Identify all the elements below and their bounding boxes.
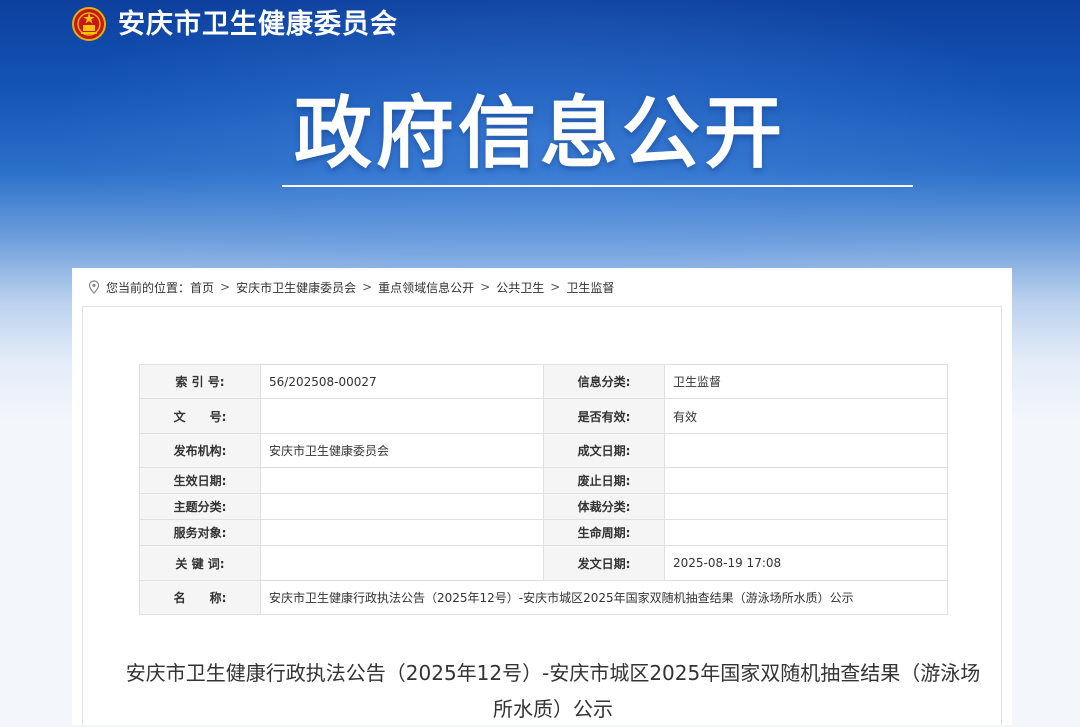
label-name: 名 称: [139,580,261,615]
value-genre [664,493,948,520]
label-publisher: 发布机构: [139,433,261,468]
breadcrumb-home[interactable]: 首页 [190,279,214,296]
table-row: 关 键 词: 发文日期: 2025-08-19 17:08 [139,545,948,581]
value-topic [260,493,544,520]
value-name: 安庆市卫生健康行政执法公告（2025年12号）-安庆市城区2025年国家双随机抽… [260,580,948,615]
value-doc-number [260,398,544,434]
hero-title: 政府信息公开 [293,89,786,179]
site-name[interactable]: 安庆市卫生健康委员会 [118,6,398,44]
table-row: 主题分类: 体裁分类: [139,493,948,520]
table-row: 名 称: 安庆市卫生健康行政执法公告（2025年12号）-安庆市城区2025年国… [139,580,948,615]
value-written-date [664,433,948,468]
breadcrumb-public-health[interactable]: 公共卫生 [496,279,544,296]
hero-underline [282,185,913,187]
value-repeal-date [664,467,948,494]
value-index-no: 56/202508-00027 [260,364,544,399]
label-keywords: 关 键 词: [139,545,261,581]
breadcrumb-prefix: 您当前的位置： [106,280,191,295]
value-publisher: 安庆市卫生健康委员会 [260,433,544,468]
metadata-table: 索 引 号: 56/202508-00027 信息分类: 卫生监督 文 号: 是… [139,364,948,615]
value-publish-date: 2025-08-19 17:08 [664,545,948,581]
label-effective-date: 生效日期: [139,467,261,494]
label-repeal-date: 废止日期: [543,467,665,494]
breadcrumb-separator: > [550,280,561,294]
label-doc-number: 文 号: [139,398,261,434]
label-written-date: 成文日期: [543,433,665,468]
value-info-category: 卫生监督 [664,364,948,399]
location-pin-icon [88,280,100,294]
breadcrumb-separator: > [480,280,491,294]
national-emblem-icon[interactable] [72,6,106,42]
label-publish-date: 发文日期: [543,545,665,581]
table-row: 生效日期: 废止日期: [139,467,948,494]
breadcrumb-health-supervision[interactable]: 卫生监督 [566,279,614,296]
label-lifecycle: 生命周期: [543,519,665,546]
document-title-line-2: 所水质）公示 [493,697,613,721]
breadcrumb-commission[interactable]: 安庆市卫生健康委员会 [236,279,356,296]
table-row: 文 号: 是否有效: 有效 [139,398,948,434]
value-audience [260,519,544,546]
value-effective-date [260,467,544,494]
value-keywords [260,545,544,581]
label-index-no: 索 引 号: [139,364,261,399]
article-frame: 索 引 号: 56/202508-00027 信息分类: 卫生监督 文 号: 是… [82,306,1002,725]
table-row: 服务对象: 生命周期: [139,519,948,546]
value-lifecycle [664,519,948,546]
label-genre: 体裁分类: [543,493,665,520]
table-row: 发布机构: 安庆市卫生健康委员会 成文日期: [139,433,948,468]
document-title-line-1: 安庆市卫生健康行政执法公告（2025年12号）-安庆市城区2025年国家双随机抽… [125,661,981,685]
breadcrumb-separator: > [362,280,373,294]
table-row: 索 引 号: 56/202508-00027 信息分类: 卫生监督 [139,364,948,399]
label-info-category: 信息分类: [543,364,665,399]
label-audience: 服务对象: [139,519,261,546]
document-title: 安庆市卫生健康行政执法公告（2025年12号）-安庆市城区2025年国家双随机抽… [99,655,1007,727]
breadcrumb: 您当前的位置： 首页 > 安庆市卫生健康委员会 > 重点领域信息公开 > 公共卫… [88,278,614,296]
label-topic: 主题分类: [139,493,261,520]
breadcrumb-separator: > [220,280,231,294]
breadcrumb-key-areas[interactable]: 重点领域信息公开 [378,279,474,296]
value-validity: 有效 [664,398,948,434]
label-validity: 是否有效: [543,398,665,434]
content-panel: 您当前的位置： 首页 > 安庆市卫生健康委员会 > 重点领域信息公开 > 公共卫… [72,268,1012,725]
